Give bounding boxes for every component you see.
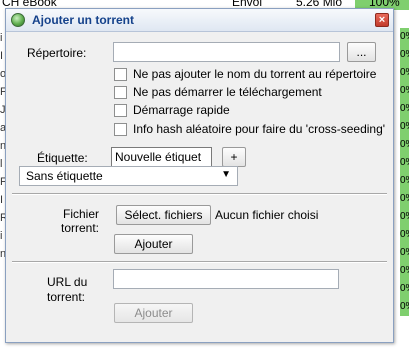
directory-input[interactable] — [113, 42, 340, 62]
bg-progress-cell: 0% — [400, 244, 409, 263]
file-label-line1: Fichier — [63, 207, 100, 221]
choose-files-button[interactable]: Sélect. fichiers — [116, 205, 211, 225]
bg-progress-cell: 0% — [400, 172, 409, 191]
globe-icon — [11, 13, 25, 27]
dialog-titlebar[interactable]: Ajouter un torrent × — [6, 9, 393, 32]
bg-progress-cell: 0% — [400, 28, 409, 47]
option-label: Démarrage rapide — [133, 103, 230, 117]
directory-label: Répertoire: — [27, 46, 87, 60]
divider — [12, 193, 387, 195]
bg-progress-cell: 0% — [400, 280, 409, 299]
bg-progress-cell: 0% — [400, 64, 409, 83]
bg-progress-cell: 0% — [400, 208, 409, 227]
bg-progress-cell: 0% — [400, 298, 409, 317]
option-label: Info hash aléatoire pour faire du 'cross… — [133, 122, 386, 136]
new-label-input[interactable]: Nouvelle étiquet — [111, 147, 212, 167]
bg-progress-cell: 0% — [400, 154, 409, 173]
bg-progress-cell: 0% — [400, 136, 409, 155]
url-label-line1: URL du — [47, 275, 88, 289]
chevron-down-icon: ▼ — [221, 169, 231, 180]
url-label-line2: torrent: — [47, 290, 86, 304]
dialog-title: Ajouter un torrent — [32, 13, 134, 27]
browse-button[interactable]: ... — [347, 42, 376, 62]
bg-progress-cell: 0% — [400, 100, 409, 119]
checkbox-quick-start[interactable] — [114, 104, 127, 117]
add-url-button[interactable]: Ajouter — [114, 303, 193, 323]
add-file-button[interactable]: Ajouter — [114, 234, 193, 254]
close-button[interactable]: × — [375, 13, 389, 27]
bg-progress-cell: 0% — [400, 118, 409, 137]
add-label-button[interactable]: + — [222, 147, 246, 167]
bg-progress-cell: 0% — [400, 262, 409, 281]
bg-progress-cell: 0% — [400, 82, 409, 101]
file-label-line2: torrent: — [61, 221, 100, 235]
bg-progress-cell: 0% — [400, 226, 409, 245]
label-label: Étiquette: — [37, 151, 88, 165]
bg-progress-cell: 0% — [400, 190, 409, 209]
divider — [12, 261, 387, 263]
label-select[interactable]: Sans étiquette ▼ — [19, 166, 238, 186]
label-select-value: Sans étiquette — [26, 169, 103, 183]
checkbox-dont-start[interactable] — [114, 86, 127, 99]
no-file-chosen-text: Aucun fichier choisi — [215, 208, 319, 222]
option-label: Ne pas démarrer le téléchargement — [133, 85, 322, 99]
bg-progress-cell: 0% — [400, 46, 409, 65]
checkbox-random-hash[interactable] — [114, 123, 127, 136]
checkbox-no-torrent-name[interactable] — [114, 68, 127, 81]
option-label: Ne pas ajouter le nom du torrent au répe… — [133, 67, 377, 81]
add-torrent-dialog: Ajouter un torrent × Répertoire: ... Ne … — [5, 8, 394, 343]
url-input[interactable] — [113, 269, 339, 289]
